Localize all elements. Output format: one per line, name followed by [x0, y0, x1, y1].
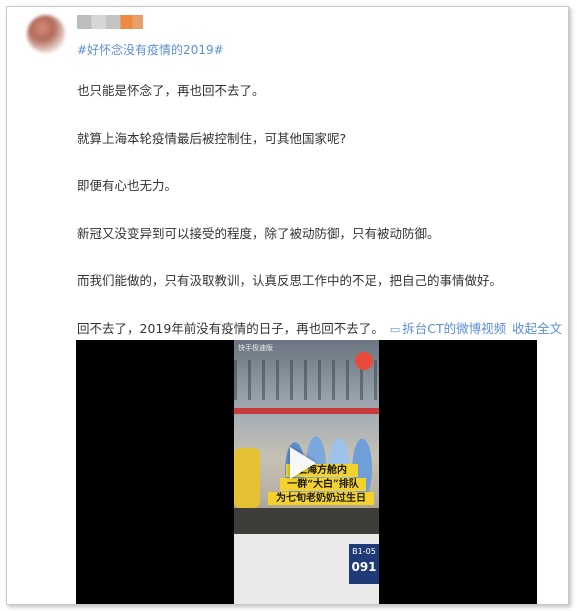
sign-code: B1-05 [352, 547, 376, 556]
video-link-text: 拆台CT的微博视频 [402, 320, 507, 336]
weibo-post-card: •••••• #好怀念没有疫情的2019# 也只能是怀念了，再也回不去了。 就算… [6, 6, 569, 605]
play-icon[interactable] [290, 447, 316, 479]
paragraph-4: 新冠又没变异到可以接受的程度，除了被动防御，只有被动防御。 [77, 225, 440, 241]
scene-beam [234, 408, 379, 414]
play-box-icon: ▭ [389, 322, 401, 336]
caption-line-2: 一群“大白”排队 [280, 478, 366, 491]
collapse-link[interactable]: 收起全文 [512, 321, 562, 336]
channel-logo-icon [355, 352, 373, 370]
caption-line-3: 为七旬老奶奶过生日 [268, 492, 374, 505]
last-paragraph-text: 回不去了，2019年前没有疫情的日子，再也回不去了。 [77, 320, 384, 336]
paragraph-2: 就算上海本轮疫情最后被控制住，可其他国家呢? [77, 130, 347, 146]
paragraph-5: 而我们能做的，只有汲取教训，认真反思工作中的不足，把自己的事情做好。 [77, 273, 503, 288]
paragraph-6: 回不去了，2019年前没有疫情的日子，再也回不去了。 ▭ 拆台CT的微博视频 收起全文 [77, 320, 567, 337]
watermark: 快手极速版 [238, 344, 273, 352]
watermark-line-1: 快手极速版 [238, 344, 273, 352]
avatar[interactable] [27, 15, 65, 53]
hashtag-link[interactable]: #好怀念没有疫情的2019# [77, 41, 224, 58]
scene-counter [234, 508, 379, 534]
sign-number: 091 [351, 560, 377, 574]
post-body: 也只能是怀念了，再也回不去了。 就算上海本轮疫情最后被控制住，可其他国家呢? 即… [77, 84, 567, 337]
paragraph-3: 即便有心也无力。 [77, 178, 178, 193]
video-link[interactable]: ▭ 拆台CT的微博视频 [390, 321, 506, 336]
booth-sign: B1-05 091 [349, 544, 379, 584]
video-player[interactable]: B1-05 091 快手极速版 上海方舱内 一群“大白”排队 为七旬老奶奶过生日 [76, 340, 537, 604]
username[interactable]: •••••• [77, 15, 143, 29]
paragraph-1: 也只能是怀念了，再也回不去了。 [77, 83, 265, 98]
